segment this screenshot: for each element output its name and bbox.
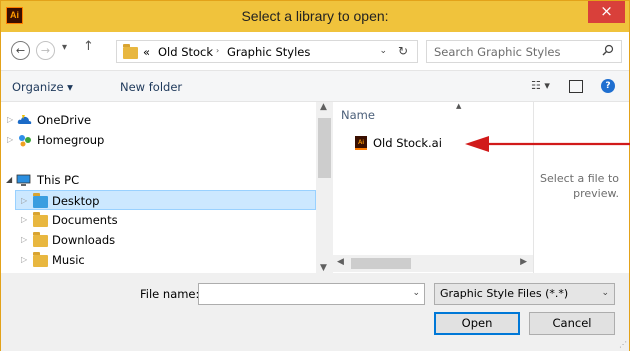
tree-item-label: Desktop <box>52 194 100 208</box>
address-bar[interactable]: « Old Stock › Graphic Styles ⌄ ↻ <box>116 40 418 63</box>
search-icon[interactable] <box>602 44 614 59</box>
file-type-select[interactable]: Graphic Style Files (*.*) ⌄ <box>434 283 615 305</box>
file-list-horizontal-scrollbar[interactable]: ◀ ▶ <box>333 255 533 272</box>
back-button[interactable]: ← <box>11 41 30 60</box>
scroll-right-icon[interactable]: ▶ <box>520 257 527 267</box>
new-folder-button[interactable]: New folder <box>120 80 182 94</box>
help-icon[interactable]: ? <box>601 79 615 93</box>
expand-icon[interactable]: ▷ <box>21 235 27 244</box>
scroll-up-icon[interactable]: ▲ <box>320 102 327 112</box>
downloads-folder-icon <box>33 232 48 247</box>
preview-pane: Select a file to preview. <box>533 102 629 273</box>
tree-item-label: Homegroup <box>37 133 105 147</box>
cancel-button[interactable]: Cancel <box>529 312 615 335</box>
ai-file-icon: Ai <box>355 136 367 150</box>
tree-item-homegroup[interactable]: ▷ Homegroup <box>1 130 311 150</box>
documents-folder-icon <box>33 212 48 227</box>
tree-item-label: Music <box>52 253 85 267</box>
breadcrumb-separator[interactable]: › <box>216 46 219 55</box>
preview-message: Select a file to preview. <box>534 171 625 201</box>
organize-button[interactable]: Organize ▾ <box>12 80 73 94</box>
file-name-input[interactable]: ⌄ <box>198 283 425 305</box>
file-type-value: Graphic Style Files (*.*) <box>440 287 569 300</box>
search-input[interactable]: Search Graphic Styles <box>426 40 622 63</box>
expand-icon[interactable]: ▷ <box>21 196 27 205</box>
navigation-pane-scrollbar[interactable]: ▲ ▼ <box>316 102 333 273</box>
folder-icon <box>123 44 138 59</box>
file-name-label: File name: <box>140 287 200 301</box>
preview-pane-icon[interactable] <box>569 80 583 93</box>
refresh-icon[interactable]: ↻ <box>398 44 408 58</box>
navigation-bar: ← → ▾ ↑ « Old Stock › Graphic Styles ⌄ ↻… <box>1 32 629 70</box>
preview-message-line-2: preview. <box>573 187 619 200</box>
title-bar[interactable]: Ai Select a library to open: × <box>1 1 629 32</box>
view-options-icon[interactable]: ☷ ▾ <box>531 79 550 92</box>
file-item-old-stock[interactable]: Old Stock.ai <box>373 136 442 150</box>
homegroup-icon <box>17 134 33 150</box>
tree-item-label: OneDrive <box>37 113 92 127</box>
command-toolbar: Organize ▾ New folder ☷ ▾ ? <box>1 70 629 102</box>
open-button[interactable]: Open <box>434 312 520 335</box>
chevron-down-icon[interactable]: ⌄ <box>379 46 387 56</box>
tree-item-desktop[interactable]: ▷ Desktop <box>15 190 316 210</box>
preview-message-line-1: Select a file to <box>540 172 619 185</box>
scrollbar-thumb[interactable] <box>351 258 411 269</box>
tree-item-label: This PC <box>37 173 80 187</box>
expand-icon[interactable]: ▷ <box>7 135 13 144</box>
chevron-down-icon[interactable]: ⌄ <box>601 288 609 298</box>
chevron-down-icon[interactable]: ⌄ <box>412 288 420 298</box>
tree-item-downloads[interactable]: ▷ Downloads <box>15 230 311 250</box>
this-pc-icon <box>15 174 32 190</box>
tree-item-music[interactable]: ▷ Music <box>15 250 311 270</box>
tree-item-documents[interactable]: ▷ Documents <box>15 210 311 230</box>
dialog-title: Select a library to open: <box>241 8 389 24</box>
recent-locations-button[interactable]: ▾ <box>62 42 67 53</box>
column-header-name[interactable]: Name <box>341 108 375 122</box>
resize-grip-icon[interactable]: ⋰ <box>619 340 627 349</box>
forward-button[interactable]: → <box>36 41 55 60</box>
expand-icon[interactable]: ▷ <box>21 255 27 264</box>
navigation-pane: ▷ OneDrive ▷ Homegroup ◢ This PC ▷ Deskt… <box>1 102 331 273</box>
tree-item-onedrive[interactable]: ▷ OneDrive <box>1 110 311 130</box>
onedrive-icon <box>17 114 32 129</box>
expand-icon[interactable]: ▷ <box>21 215 27 224</box>
scroll-left-icon[interactable]: ◀ <box>337 257 344 267</box>
tree-item-label: Downloads <box>52 233 116 247</box>
desktop-folder-icon <box>33 193 48 208</box>
dialog-footer: File name: ⌄ Graphic Style Files (*.*) ⌄… <box>1 273 629 351</box>
breadcrumb-graphic-styles[interactable]: Graphic Styles <box>227 45 310 59</box>
search-placeholder: Search Graphic Styles <box>434 45 561 59</box>
expand-icon[interactable]: ▷ <box>7 115 13 124</box>
collapse-icon[interactable]: ◢ <box>6 175 12 184</box>
music-folder-icon <box>33 252 48 267</box>
annotation-arrow-icon <box>465 136 630 152</box>
file-list: Name ▲ Ai Old Stock.ai <box>333 102 533 273</box>
sort-ascending-icon: ▲ <box>456 102 462 110</box>
tree-item-label: Documents <box>52 213 118 227</box>
up-button[interactable]: ↑ <box>83 39 94 54</box>
close-button[interactable]: × <box>588 1 625 23</box>
breadcrumb-overflow[interactable]: « <box>143 45 150 59</box>
tree-item-this-pc[interactable]: ◢ This PC <box>1 170 311 190</box>
scroll-down-icon[interactable]: ▼ <box>320 263 327 273</box>
breadcrumb-old-stock[interactable]: Old Stock <box>158 45 213 59</box>
scrollbar-thumb[interactable] <box>318 118 331 178</box>
open-file-dialog: Ai Select a library to open: × ← → ▾ ↑ «… <box>0 0 630 351</box>
